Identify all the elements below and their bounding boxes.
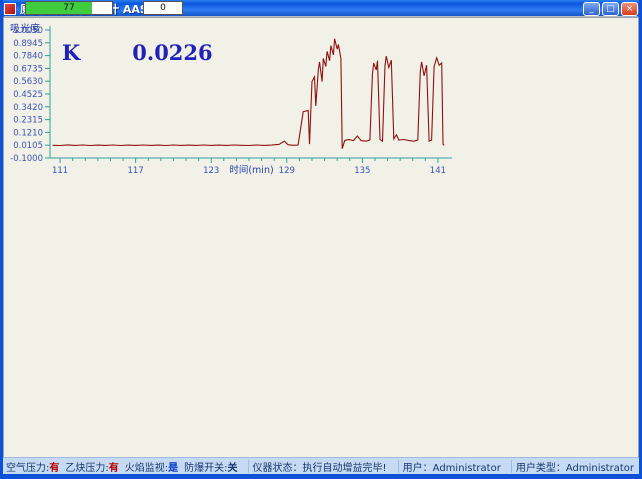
chart-mark: 0.3420 (13, 103, 43, 113)
aa-value: 77 (26, 2, 112, 14)
chart-mark: 0.0105 (13, 141, 43, 151)
maximize-button[interactable]: □ (602, 2, 619, 16)
chart-mark: 0.4525 (13, 90, 43, 100)
divider (398, 460, 399, 473)
bg-meter: 0 (143, 1, 183, 15)
dynamics-chart: 1.0050 0.8945 0.7840 0.6735 0.5630 0.4525 0.34… (4, 18, 455, 180)
dynamics-chart-area: 吸光度 K 0.0226 1.00500.89450.78400.67350.5… (3, 17, 639, 474)
chart-mark: 111 (52, 166, 68, 176)
chart-mark: 0.2315 (13, 116, 43, 126)
divider (511, 460, 512, 473)
chart-mark: 129 (279, 166, 295, 176)
flame-monitor-status: 火焰监视:是 (125, 459, 178, 474)
chart-mark: 1.0050 (13, 26, 43, 36)
app-window: 原子吸收分光光度计 AAS6000 _ □ × 文件 分析设置 仪器控制 管理员… (0, 0, 642, 479)
chart-mark: 135 (354, 166, 370, 176)
air-pressure-status: 空气压力:有 (6, 459, 59, 474)
chart-mark: 123 (203, 166, 219, 176)
instrument-status: 仪器状态：执行自动增益完毕! (253, 459, 387, 474)
chart-mark: 0.8945 (13, 39, 43, 49)
chart-mark: 141 (430, 166, 446, 176)
bg-value: 0 (144, 2, 182, 14)
app-icon (4, 3, 16, 15)
minimize-button[interactable]: _ (583, 2, 600, 16)
explosion-proof-status: 防爆开关:关 (184, 459, 237, 474)
acetylene-pressure-status: 乙炔压力:有 (65, 459, 118, 474)
signal-line (53, 39, 445, 149)
chart-mark: 0.5630 (13, 77, 43, 87)
user-status: 用户：Administrator (403, 459, 501, 474)
chart-mark: 117 (128, 166, 144, 176)
user-type-status: 用户类型：Administrator (516, 459, 634, 474)
close-button[interactable]: × (621, 2, 638, 16)
chart-mark: 0.7840 (13, 52, 43, 62)
energy-meter-row: AA 77 BG 0 (3, 0, 186, 16)
status-bar: 空气压力:有 乙炔压力:有 火焰监视:是 防爆开关:关 仪器状态：执行自动增益完… (2, 457, 640, 474)
chart-mark: -0.1000 (10, 154, 43, 164)
time-axis-label: 时间(min) (229, 164, 273, 176)
divider (248, 460, 249, 473)
aa-meter: 77 (25, 1, 113, 15)
chart-mark: 0.6735 (13, 64, 43, 74)
chart-mark: 0.1210 (13, 128, 43, 138)
